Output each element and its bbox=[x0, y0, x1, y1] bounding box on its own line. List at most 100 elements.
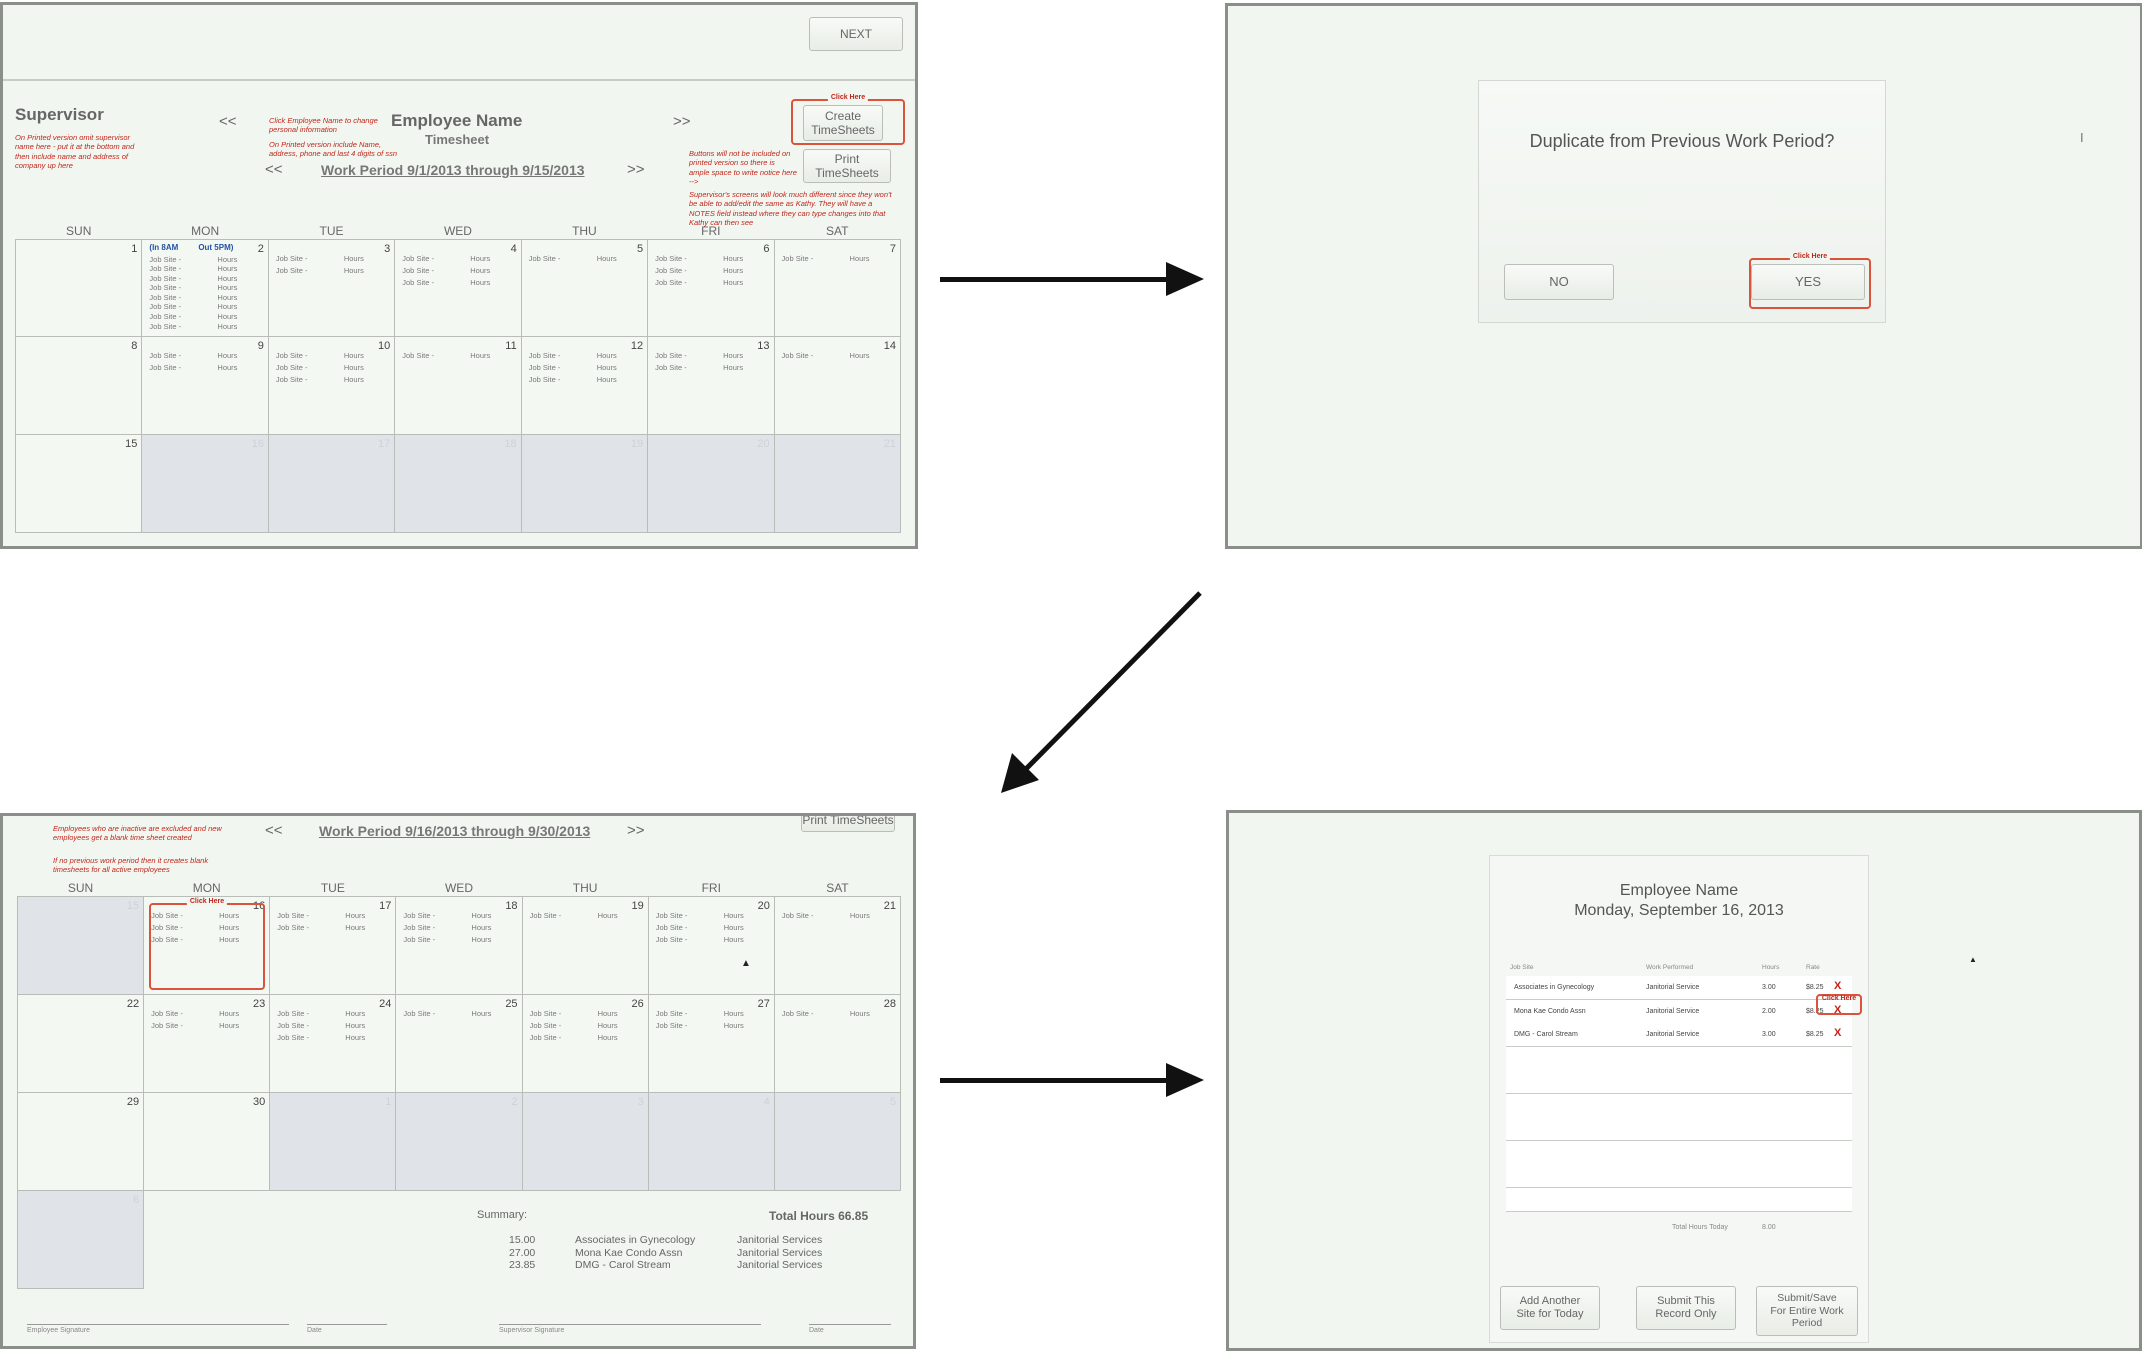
day-cell[interactable]: 2 bbox=[395, 1091, 523, 1191]
job-entry[interactable]: Job Site - Hours bbox=[149, 274, 267, 284]
day-cell[interactable]: 27 Job Site - Hours Job Site - Hours bbox=[647, 993, 775, 1093]
delete-row-icon[interactable]: X bbox=[1834, 1027, 1841, 1039]
job-entry[interactable]: Job Site - Hours bbox=[530, 911, 648, 923]
day-cell[interactable]: 5 bbox=[773, 1091, 902, 1191]
day-cell[interactable]: 11 Job Site - Hours bbox=[394, 335, 522, 435]
day-cell[interactable]: 9 Job Site - Hours Job Site - Hours bbox=[141, 335, 269, 435]
job-entry[interactable]: Job Site - Hours bbox=[276, 351, 394, 363]
day-cell[interactable]: 16 bbox=[141, 433, 269, 533]
next-button[interactable]: NEXT bbox=[809, 17, 903, 51]
job-entry[interactable]: Job Site - Hours bbox=[151, 1021, 269, 1033]
job-entry[interactable]: Job Site - Hours bbox=[656, 1021, 774, 1033]
job-entry[interactable]: Job Site - Hours bbox=[655, 363, 773, 375]
job-entry[interactable]: Job Site - Hours bbox=[656, 911, 774, 923]
day-cell[interactable]: 12 Job Site - Hours Job Site - Hours Job Site… bbox=[520, 335, 649, 435]
prev-period-button[interactable]: << bbox=[265, 822, 283, 839]
day-cell[interactable]: 19 Job Site - Hours bbox=[521, 895, 649, 995]
prev-period-button[interactable]: << bbox=[265, 161, 283, 178]
next-period-button[interactable]: >> bbox=[627, 161, 645, 178]
job-entry[interactable]: Job Site - Hours bbox=[529, 254, 647, 266]
job-entry[interactable]: Job Site - Hours bbox=[276, 266, 394, 278]
job-entry[interactable]: Job Site - Hours bbox=[655, 278, 773, 290]
day-cell[interactable]: 10 Job Site - Hours Job Site - Hours Job Site… bbox=[267, 335, 396, 435]
job-entry[interactable]: Job Site - Hours bbox=[277, 1033, 395, 1045]
job-entry[interactable]: Job Site - Hours bbox=[403, 935, 521, 947]
record-row[interactable]: Mona Kae Condo Assn Janitorial Service 2.0… bbox=[1506, 999, 1852, 1024]
day-cell[interactable]: 14 Job Site - Hours bbox=[773, 335, 902, 435]
record-row[interactable] bbox=[1506, 1117, 1852, 1141]
record-row[interactable] bbox=[1506, 1046, 1852, 1071]
submit-save-period-button[interactable]: Submit/Save For Entire Work Period bbox=[1756, 1286, 1858, 1336]
job-entry[interactable]: Job Site - Hours bbox=[403, 911, 521, 923]
job-entry[interactable]: Job Site - Hours bbox=[149, 322, 267, 332]
job-entry[interactable]: Job Site - Hours bbox=[276, 375, 394, 387]
day-cell[interactable]: 6 bbox=[16, 1189, 145, 1289]
day-cell[interactable]: 20 bbox=[647, 433, 775, 533]
job-entry[interactable]: Job Site - Hours bbox=[149, 255, 267, 265]
job-entry[interactable]: Job Site - Hours bbox=[782, 254, 900, 266]
job-entry[interactable]: Job Site - Hours bbox=[529, 375, 647, 387]
job-entry[interactable]: Job Site - Hours bbox=[149, 363, 267, 375]
job-entry[interactable]: Job Site - Hours bbox=[530, 1009, 648, 1021]
record-row[interactable] bbox=[1506, 1164, 1852, 1188]
job-entry[interactable]: Job Site - Hours bbox=[656, 935, 774, 947]
job-entry[interactable]: Job Site - Hours bbox=[149, 312, 267, 322]
record-row[interactable]: DMG - Carol Stream Janitorial Service 3.00… bbox=[1506, 1023, 1852, 1047]
job-entry[interactable]: Job Site - Hours bbox=[655, 266, 773, 278]
day-cell[interactable]: 3 Job Site - Hours Job Site - Hours bbox=[267, 238, 396, 337]
job-entry[interactable]: Job Site - Hours bbox=[656, 1009, 774, 1021]
job-entry[interactable]: Job Site - Hours bbox=[656, 923, 774, 935]
day-cell[interactable]: 1 bbox=[269, 1091, 397, 1191]
print-timesheets-button[interactable]: Print TimeSheets bbox=[801, 816, 895, 832]
day-cell[interactable]: 5 Job Site - Hours bbox=[520, 238, 649, 337]
day-cell[interactable]: 25 Job Site - Hours bbox=[395, 993, 523, 1093]
day-cell[interactable]: 4 Job Site - Hours Job Site - Hours Job Site … bbox=[394, 238, 522, 337]
job-entry[interactable]: Job Site - Hours bbox=[276, 363, 394, 375]
employee-name-link[interactable]: Employee Name bbox=[391, 111, 522, 131]
submit-record-button[interactable]: Submit This Record Only bbox=[1636, 1286, 1736, 1330]
record-row[interactable] bbox=[1506, 1070, 1852, 1094]
record-row[interactable]: Associates in Gynecology Janitorial Servi… bbox=[1506, 976, 1852, 1000]
day-cell[interactable]: 7 Job Site - Hours bbox=[773, 238, 902, 337]
day-cell[interactable]: 3 bbox=[521, 1091, 649, 1191]
day-cell[interactable]: 1 bbox=[14, 238, 143, 337]
day-cell[interactable]: 4 bbox=[647, 1091, 775, 1191]
job-entry[interactable]: Job Site - Hours bbox=[149, 351, 267, 363]
print-timesheets-button[interactable]: Print TimeSheets bbox=[803, 149, 891, 183]
day-cell[interactable]: 26 Job Site - Hours Job Site - Hours Job Site… bbox=[521, 993, 649, 1093]
day-cell[interactable]: 28 Job Site - Hours bbox=[773, 993, 902, 1093]
job-entry[interactable]: Job Site - Hours bbox=[402, 254, 520, 266]
job-entry[interactable]: Job Site - Hours bbox=[655, 351, 773, 363]
day-cell[interactable]: 21 bbox=[773, 433, 902, 533]
day-cell[interactable]: 30 bbox=[143, 1091, 271, 1191]
job-entry[interactable]: Job Site - Hours bbox=[149, 293, 267, 303]
job-entry[interactable]: Job Site - Hours bbox=[402, 278, 520, 290]
day-cell[interactable]: 18 bbox=[394, 433, 522, 533]
job-entry[interactable]: Job Site - Hours bbox=[151, 1009, 269, 1021]
job-entry[interactable]: Job Site - Hours bbox=[402, 266, 520, 278]
job-entry[interactable]: Job Site - Hours bbox=[782, 911, 900, 923]
job-entry[interactable]: Job Site - Hours bbox=[277, 923, 395, 935]
job-entry[interactable]: Job Site - Hours bbox=[782, 1009, 900, 1021]
next-period-button[interactable]: >> bbox=[627, 822, 645, 839]
day-cell[interactable]: 21 Job Site - Hours bbox=[773, 895, 902, 995]
day-cell[interactable]: 2 (In 8AM Out 5PM) Job Site - Hours Job Site … bbox=[141, 238, 269, 337]
job-entry[interactable]: Job Site - Hours bbox=[529, 363, 647, 375]
job-entry[interactable]: Job Site - Hours bbox=[655, 254, 773, 266]
day-cell[interactable]: 15 bbox=[14, 433, 143, 533]
day-cell[interactable]: 8 bbox=[14, 335, 143, 435]
job-entry[interactable]: Job Site - Hours bbox=[149, 264, 267, 274]
job-entry[interactable]: Job Site - Hours bbox=[277, 1021, 395, 1033]
delete-row-icon[interactable]: X bbox=[1834, 980, 1841, 992]
prev-employee-button[interactable]: << bbox=[219, 113, 237, 130]
day-cell[interactable]: 13 Job Site - Hours Job Site - Hours bbox=[647, 335, 775, 435]
day-cell[interactable]: 17 Job Site - Hours Job Site - Hours bbox=[269, 895, 397, 995]
add-another-site-button[interactable]: Add Another Site for Today bbox=[1500, 1286, 1600, 1330]
no-button[interactable]: NO bbox=[1504, 264, 1614, 300]
job-entry[interactable]: Job Site - Hours bbox=[529, 351, 647, 363]
day-cell[interactable]: 19 bbox=[520, 433, 649, 533]
job-entry[interactable]: Job Site - Hours bbox=[277, 911, 395, 923]
day-cell[interactable]: 18 Job Site - Hours Job Site - Hours Job Site… bbox=[395, 895, 523, 995]
job-entry[interactable]: Job Site - Hours bbox=[402, 351, 520, 363]
day-cell[interactable]: 6 Job Site - Hours Job Site - Hours Job Site … bbox=[647, 238, 775, 337]
